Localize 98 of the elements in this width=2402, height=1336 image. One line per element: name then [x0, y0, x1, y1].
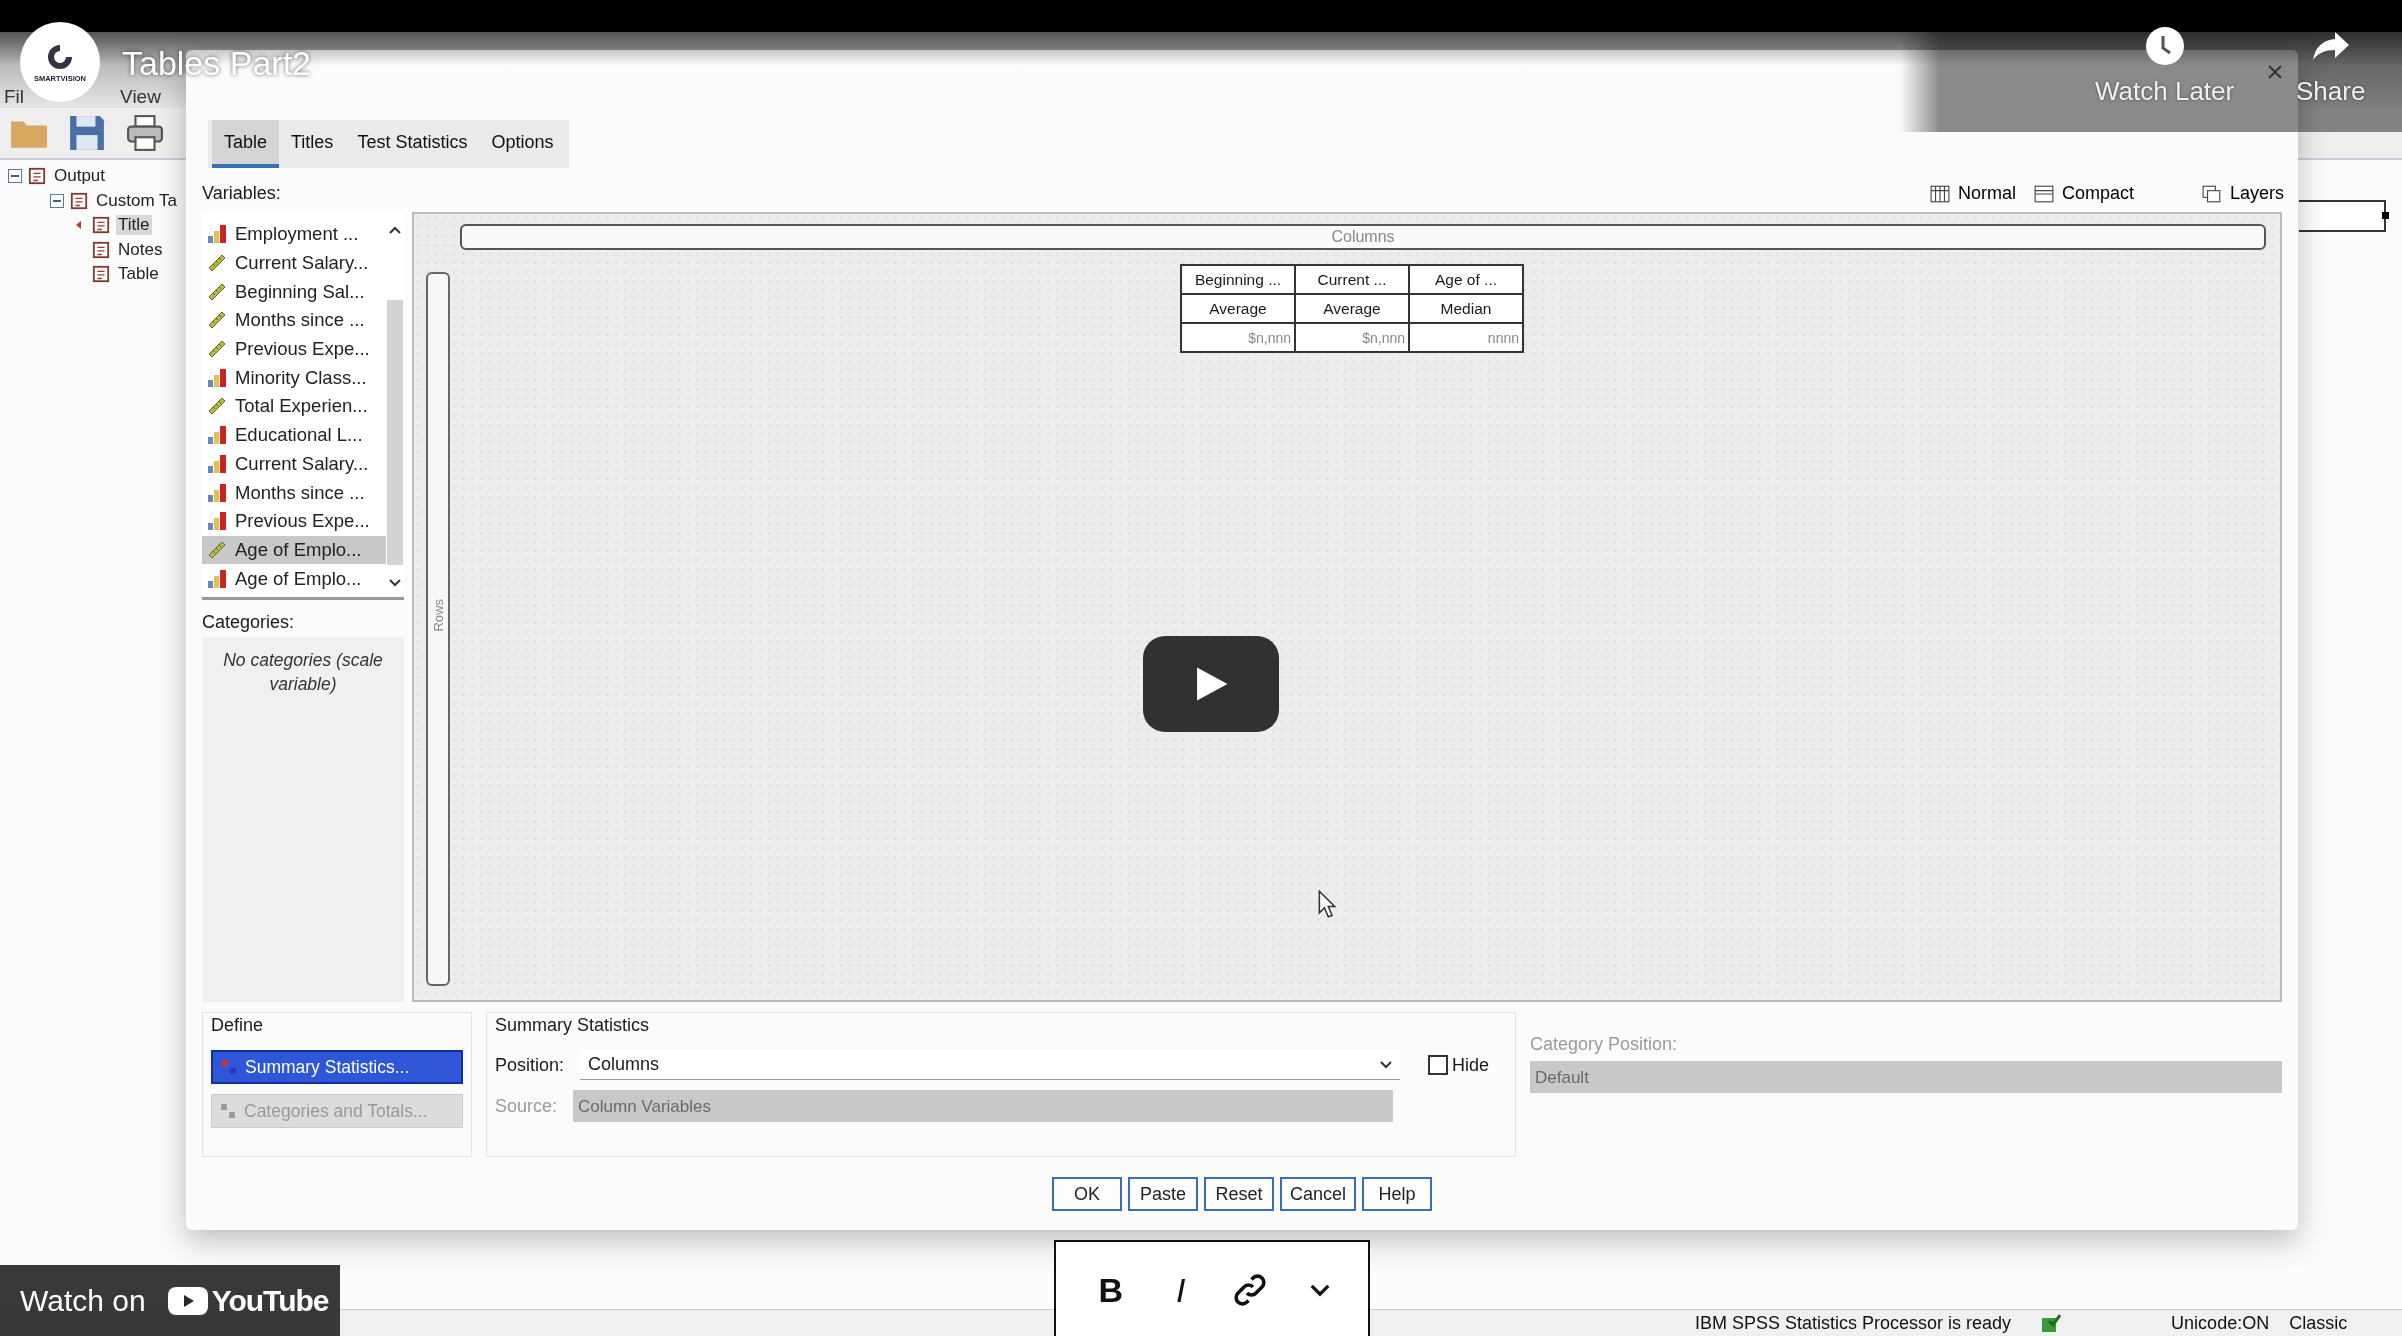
table-cell: Current ... — [1295, 265, 1409, 294]
dialog-button[interactable]: Help — [1362, 1177, 1432, 1211]
bar-chart-icon — [207, 425, 227, 446]
close-icon[interactable] — [2267, 64, 2283, 80]
status-mode: Classic — [2289, 1312, 2348, 1334]
variable-item[interactable]: Beginning Sal... — [202, 277, 386, 307]
group-title: Define — [211, 1015, 265, 1036]
dialog-button[interactable]: Paste — [1128, 1177, 1198, 1211]
bar-chart-icon — [207, 482, 227, 503]
scrollbar-thumb[interactable] — [387, 300, 403, 565]
tree-item[interactable]: Notes — [116, 239, 165, 260]
table-cell: Median — [1409, 294, 1523, 323]
variable-item[interactable]: Months since ... — [202, 478, 386, 507]
variable-item[interactable]: Months since ... — [202, 306, 386, 335]
category-position-label: Category Position: — [1530, 1034, 1678, 1055]
play-button[interactable] — [1143, 636, 1279, 732]
view-option[interactable]: Compact — [2033, 183, 2134, 204]
dialog-button[interactable]: Cancel — [1280, 1177, 1356, 1211]
variable-item[interactable]: Educational L... — [202, 420, 386, 450]
status-encoding: Unicode:ON — [2171, 1312, 2270, 1334]
table-cell: $n,nnn — [1181, 323, 1295, 352]
tab[interactable]: Titles — [279, 120, 346, 168]
collapse-icon[interactable] — [50, 193, 64, 208]
save-icon[interactable] — [68, 114, 106, 152]
play-logo-icon — [167, 1286, 208, 1315]
table-cell: Average — [1181, 294, 1295, 323]
variable-item[interactable]: Age of Emplo... — [202, 535, 386, 565]
document-icon — [28, 167, 46, 186]
link-icon[interactable] — [1232, 1272, 1269, 1308]
document-icon — [92, 265, 110, 284]
bar-chart-icon — [207, 453, 227, 474]
bar-chart-icon — [207, 511, 227, 532]
columns-drop-zone[interactable]: Columns — [460, 224, 2266, 250]
variable-item[interactable]: Total Experien... — [202, 392, 386, 421]
tab[interactable]: Table — [212, 120, 280, 168]
variable-item[interactable]: Previous Expe... — [202, 334, 386, 364]
variable-item[interactable]: Minority Class... — [202, 363, 386, 393]
position-label: Position: — [495, 1054, 565, 1076]
chevron-down-icon[interactable] — [1309, 1283, 1332, 1297]
document-icon — [70, 191, 88, 210]
hide-checkbox[interactable]: Hide — [1428, 1054, 1490, 1076]
table-cell: Beginning ... — [1181, 265, 1295, 294]
ruler-icon — [207, 339, 227, 360]
scroll-up-icon[interactable] — [389, 226, 401, 234]
view-option[interactable]: Layers — [2201, 183, 2284, 204]
document-icon — [92, 240, 110, 259]
group-title: Summary Statistics — [495, 1015, 651, 1036]
tab[interactable]: Options — [479, 120, 566, 168]
italic-button[interactable]: I — [1170, 1270, 1192, 1310]
chevron-down-icon — [1380, 1060, 1393, 1069]
variable-item[interactable]: Current Salary... — [202, 449, 386, 479]
statistics-icon — [221, 1059, 237, 1075]
processor-ready-icon — [2041, 1313, 2062, 1333]
grid-icon — [1929, 184, 1950, 203]
table-cell: nnnn — [1409, 323, 1523, 352]
bar-chart-icon — [207, 568, 227, 589]
tab[interactable]: Test Statistics — [345, 120, 480, 168]
bar-chart-icon — [207, 367, 227, 388]
bar-chart-icon — [207, 224, 227, 245]
tree-item[interactable]: Output — [52, 166, 108, 187]
ruler-icon — [207, 253, 227, 274]
define-button[interactable]: Summary Statistics... — [211, 1050, 463, 1084]
ruler-icon — [207, 281, 227, 302]
collapse-icon[interactable] — [8, 169, 22, 184]
ruler-icon — [207, 310, 227, 331]
view-option[interactable]: Normal — [1929, 183, 2016, 204]
printer-icon[interactable] — [126, 114, 164, 152]
layers-icon — [2201, 184, 2222, 203]
tree-item[interactable]: Table — [116, 264, 161, 285]
table-cell: $n,nnn — [1295, 323, 1409, 352]
categories-note: No categories (scale variable) — [223, 650, 383, 694]
table-cell: Average — [1295, 294, 1409, 323]
categories-icon — [220, 1103, 236, 1119]
compact-table-icon — [2033, 184, 2054, 203]
tree-item[interactable]: Title — [116, 215, 152, 236]
scroll-down-icon[interactable] — [389, 579, 401, 587]
variable-item[interactable]: Employment ... — [202, 220, 386, 249]
ruler-icon — [207, 396, 227, 417]
status-message: IBM SPSS Statistics Processor is ready — [1695, 1312, 2012, 1334]
mouse-pointer-icon — [1318, 890, 1336, 918]
menu-item[interactable]: View — [120, 86, 161, 108]
document-icon — [92, 216, 110, 235]
dialog-button[interactable]: OK — [1052, 1177, 1122, 1211]
table-cell: Age of ... — [1409, 265, 1523, 294]
tree-item[interactable]: Custom Ta — [94, 190, 179, 211]
bold-button[interactable]: B — [1092, 1270, 1130, 1310]
position-dropdown[interactable]: Columns — [580, 1050, 1401, 1080]
variable-item[interactable]: Age of Emplo... — [202, 564, 386, 593]
dialog-button[interactable]: Reset — [1204, 1177, 1274, 1211]
input-field[interactable] — [2299, 200, 2386, 232]
variable-item[interactable]: Previous Expe... — [202, 506, 386, 536]
watch-on-youtube-button[interactable]: Watch on YouTube — [0, 1265, 340, 1336]
variable-item[interactable]: Current Salary... — [202, 248, 386, 278]
share-button[interactable]: Share — [2296, 26, 2366, 107]
ruler-icon — [207, 539, 227, 560]
source-label: Source: — [495, 1095, 558, 1117]
categories-label: Categories: — [202, 612, 296, 633]
variables-label: Variables: — [202, 183, 281, 204]
